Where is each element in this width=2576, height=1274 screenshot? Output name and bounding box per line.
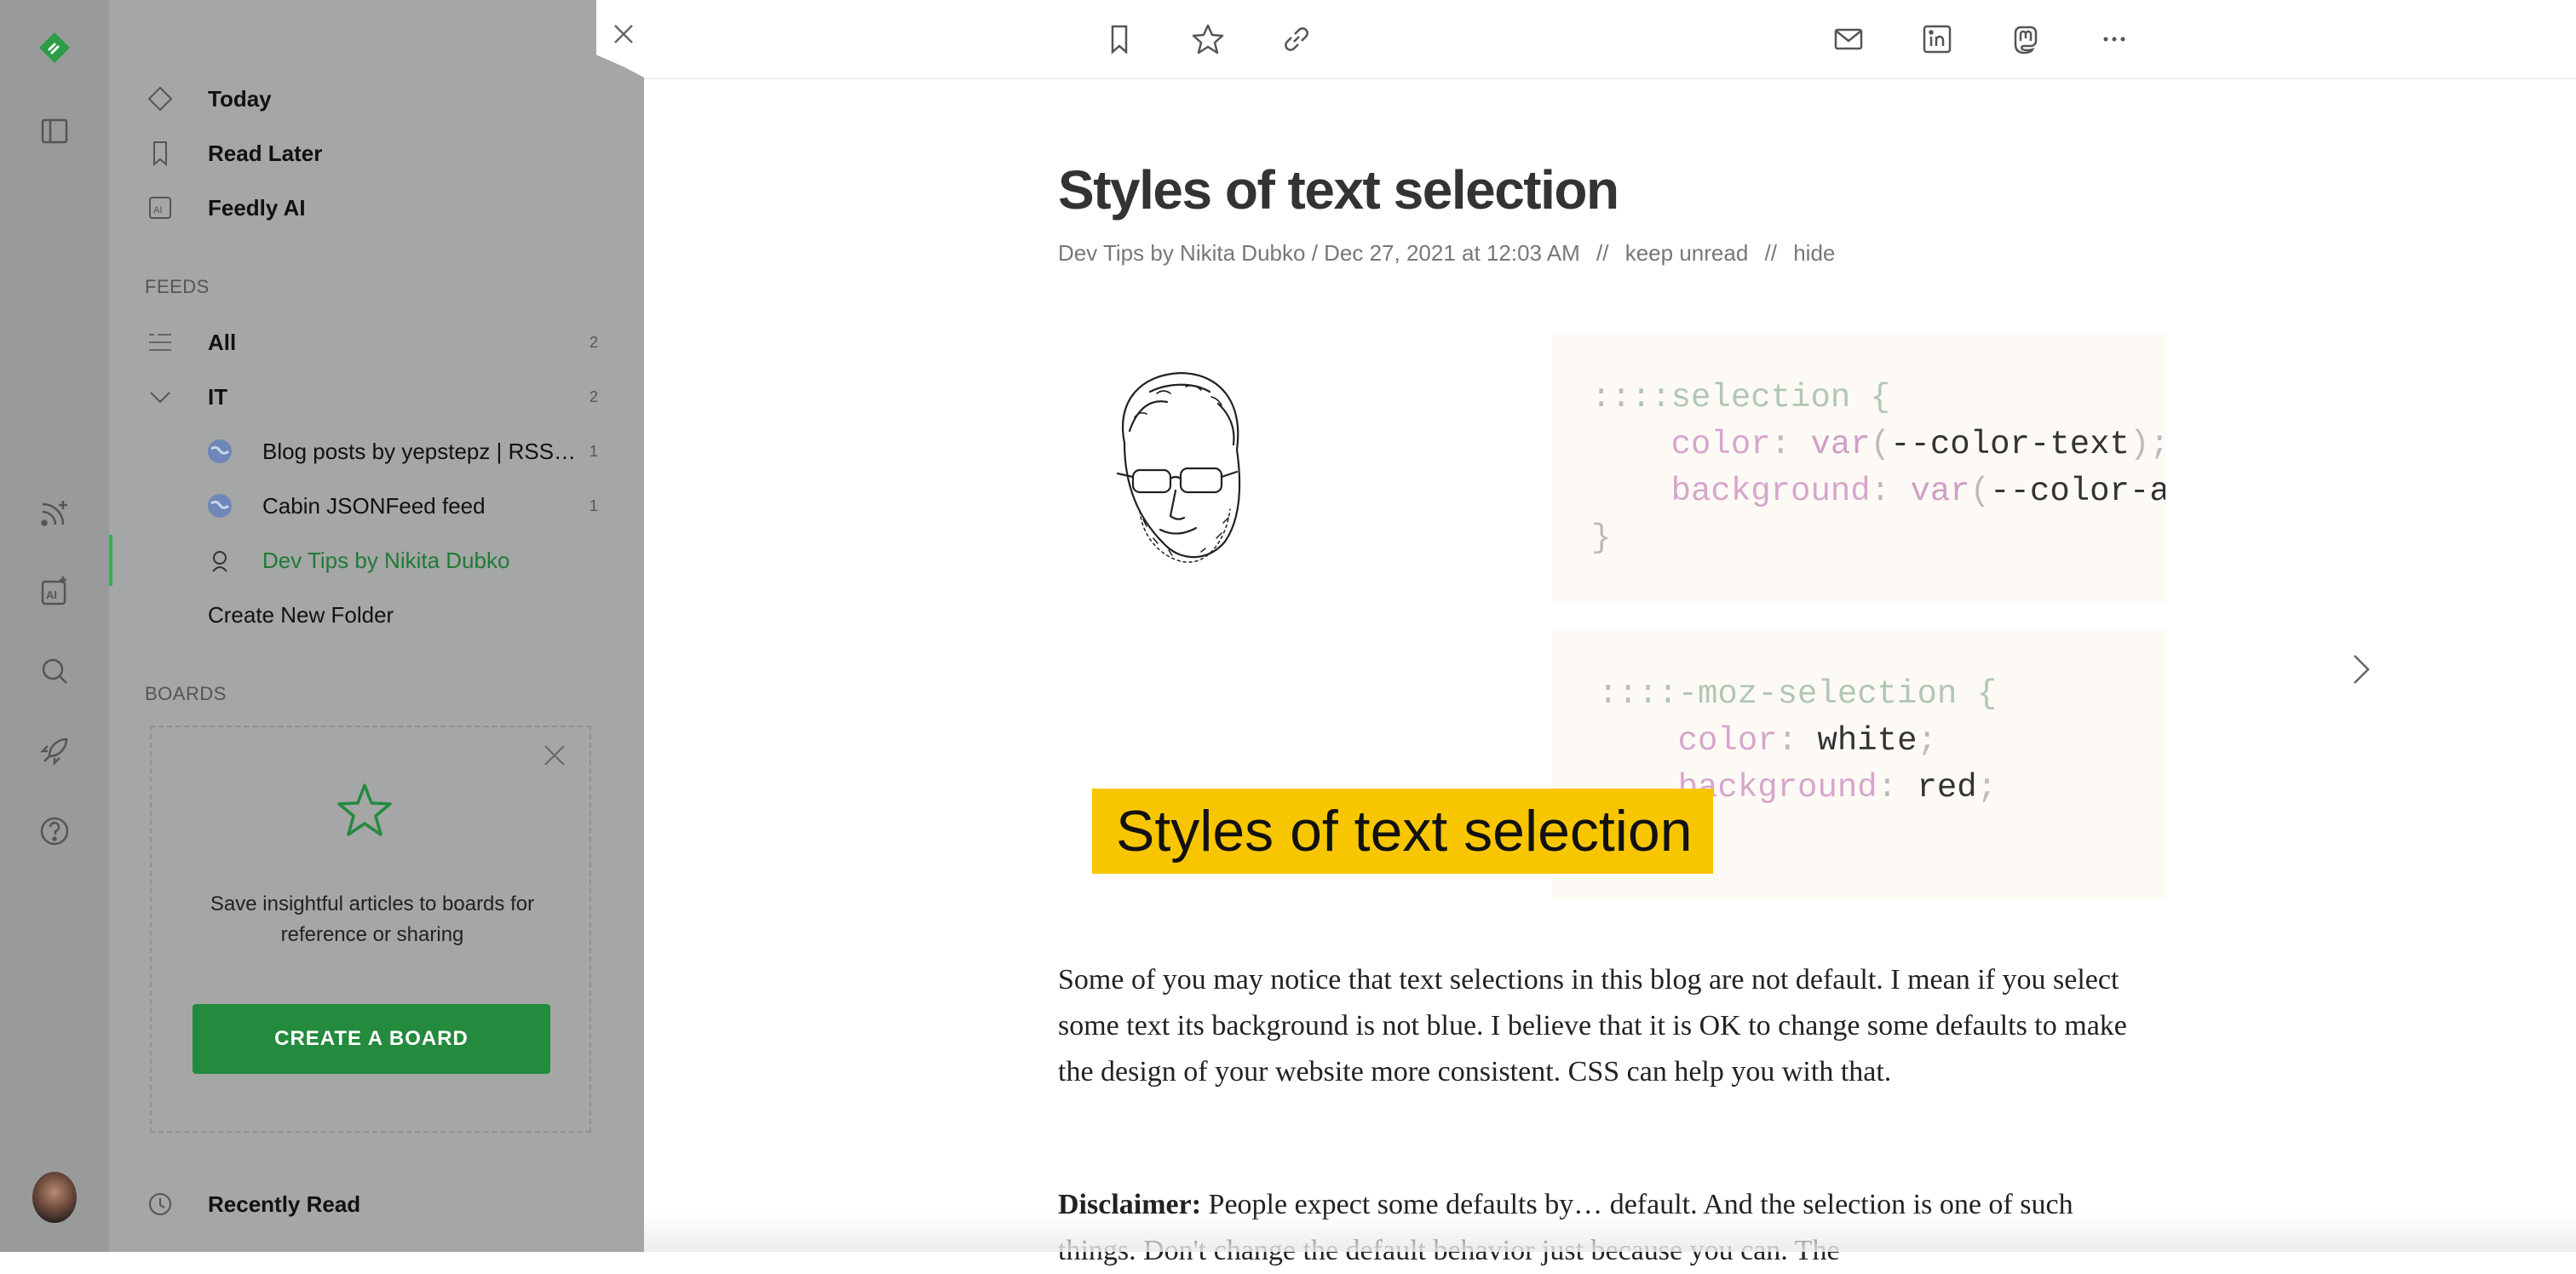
feed-all-label: All xyxy=(208,329,237,355)
bottom-fade xyxy=(644,1213,2576,1252)
close-icon[interactable] xyxy=(608,19,639,49)
help-icon[interactable] xyxy=(32,809,77,853)
boards-header: BOARDS xyxy=(145,683,227,704)
rocket-icon[interactable] xyxy=(32,729,77,773)
favorite-star-button[interactable] xyxy=(1184,15,1232,63)
feed-all[interactable]: All 2 xyxy=(109,317,644,368)
feed-item-label: Dev Tips by Nikita Dubko xyxy=(262,547,510,573)
feed-item[interactable]: Blog posts by yepstepz | RSS Feed 1 xyxy=(109,426,644,477)
code-snippet-selection: ::::selection { color: var(--color-text)… xyxy=(1552,334,2165,603)
feed-item-active[interactable]: Dev Tips by Nikita Dubko xyxy=(109,535,644,586)
feed-item[interactable]: Cabin JSONFeed feed 1 xyxy=(109,480,644,531)
article-source-link[interactable]: Dev Tips by Nikita Dubko xyxy=(1058,240,1305,266)
left-rail: AI xyxy=(0,0,109,1252)
svg-text:AI: AI xyxy=(46,588,57,601)
email-share-button[interactable] xyxy=(1825,15,1872,63)
read-later-button[interactable] xyxy=(1095,15,1143,63)
feed-item-count: 1 xyxy=(589,496,598,514)
nav-today[interactable]: Today xyxy=(109,73,644,124)
follow-feeds-icon[interactable] xyxy=(32,491,77,535)
hide-link[interactable]: hide xyxy=(1793,240,1835,266)
toggle-sidebar-icon[interactable] xyxy=(32,109,77,153)
article-paragraph: Some of you may notice that text selecti… xyxy=(1058,964,2127,1087)
hero-image: ::::selection { color: var(--color-text)… xyxy=(1058,324,2165,903)
feed-all-count: 2 xyxy=(589,333,598,351)
article-meta: Dev Tips by Nikita Dubko / Dec 27, 2021 … xyxy=(1058,240,1835,267)
svg-text:AI: AI xyxy=(153,205,162,215)
meta-slash: / xyxy=(1311,240,1325,266)
close-icon[interactable] xyxy=(542,743,567,768)
copy-link-button[interactable] xyxy=(1273,15,1320,63)
nav-recently-read-label: Recently Read xyxy=(208,1191,361,1217)
boards-promo-card: Save insightful articles to boards for r… xyxy=(150,726,591,1133)
clock-icon xyxy=(145,1189,175,1219)
feeds-header: FEEDS xyxy=(145,276,210,297)
article-reader: Styles of text selection Dev Tips by Nik… xyxy=(596,0,2576,1266)
active-indicator xyxy=(109,535,112,586)
create-folder-label: Create New Folder xyxy=(208,601,394,628)
nav-today-label: Today xyxy=(208,85,272,112)
next-article-chevron-icon[interactable] xyxy=(2339,647,2383,692)
avatar[interactable] xyxy=(32,1172,77,1223)
today-icon xyxy=(145,83,175,114)
feed-item-count: 1 xyxy=(589,442,598,460)
ai-feed-icon[interactable]: AI xyxy=(32,569,77,613)
feedly-logo-icon[interactable] xyxy=(32,26,77,70)
navigation-panel: Today Read Later AI Feedly AI FEEDS All … xyxy=(109,0,644,1252)
folder-it-count: 2 xyxy=(589,387,598,405)
author-sketch-image xyxy=(1090,349,1269,571)
star-icon xyxy=(334,780,395,841)
search-icon[interactable] xyxy=(32,649,77,693)
nav-feedly-ai[interactable]: AI Feedly AI xyxy=(109,182,644,233)
nav-recently-read[interactable]: Recently Read xyxy=(109,1179,644,1230)
create-board-button[interactable]: CREATE A BOARD xyxy=(193,1004,550,1074)
nav-read-later[interactable]: Read Later xyxy=(109,128,644,179)
reader-toolbar xyxy=(644,0,2576,79)
ai-icon: AI xyxy=(145,192,175,223)
boards-promo-text: Save insightful articles to boards for r… xyxy=(210,892,535,946)
create-folder-link[interactable]: Create New Folder xyxy=(109,589,644,640)
meta-separator: // xyxy=(1596,240,1609,266)
bookmark-icon xyxy=(145,138,175,169)
chevron-down-icon[interactable] xyxy=(145,382,175,412)
globe-icon xyxy=(204,436,235,467)
nav-read-later-label: Read Later xyxy=(208,140,323,166)
keep-unread-link[interactable]: keep unread xyxy=(1625,240,1749,266)
feed-item-label: Blog posts by yepstepz | RSS Feed xyxy=(262,438,578,464)
nav-feedly-ai-label: Feedly AI xyxy=(208,194,306,221)
mastodon-share-button[interactable] xyxy=(2002,15,2050,63)
list-icon xyxy=(145,327,175,358)
hero-title-label: Styles of text selection xyxy=(1092,789,1713,874)
folder-it[interactable]: IT 2 xyxy=(109,371,644,422)
feed-item-label: Cabin JSONFeed feed xyxy=(262,492,486,519)
folder-it-label: IT xyxy=(208,383,228,410)
article-title[interactable]: Styles of text selection xyxy=(1058,158,1619,221)
meta-separator: // xyxy=(1764,240,1777,266)
author-avatar-icon xyxy=(204,545,235,576)
globe-icon xyxy=(204,491,235,521)
linkedin-share-button[interactable] xyxy=(1913,15,1961,63)
more-options-icon[interactable] xyxy=(2090,15,2138,63)
article-date: Dec 27, 2021 at 12:03 AM xyxy=(1324,240,1580,266)
